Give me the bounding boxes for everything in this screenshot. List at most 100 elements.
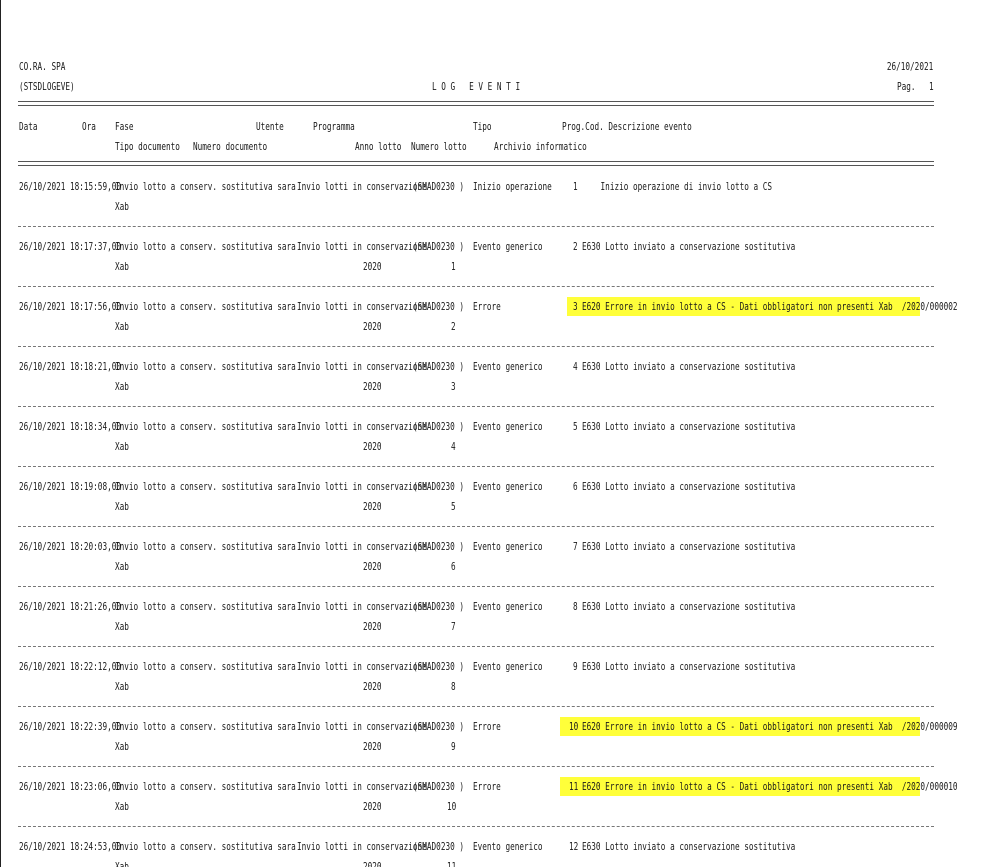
- event-numero-lotto: 8: [451, 680, 456, 693]
- row-separator: [18, 826, 934, 827]
- event-programma: Invio lotti in conservazione: [297, 240, 427, 253]
- header-utente: Utente: [256, 120, 284, 133]
- event-programma: Invio lotti in conservazione: [297, 360, 427, 373]
- event-prog: 7: [573, 540, 578, 553]
- event-program-code: (SMAD0230 ): [413, 720, 465, 733]
- event-description: E620 Errore in invio lotto a CS - Dati o…: [582, 720, 958, 733]
- row-separator: [18, 766, 934, 767]
- event-tipo-documento: Xab: [115, 860, 129, 867]
- event-tipo-documento: Xab: [115, 440, 129, 453]
- event-description: E620 Errore in invio lotto a CS - Dati o…: [582, 780, 958, 793]
- header-anno-lotto: Anno lotto: [355, 140, 402, 153]
- event-datetime: 26/10/2021 18:18:34,00: [19, 420, 121, 433]
- header-programma: Programma: [313, 120, 355, 133]
- event-program-code: (SMAD0230 ): [413, 180, 465, 193]
- header-tipo: Tipo: [473, 120, 492, 133]
- event-program-code: (SMAD0230 ): [413, 420, 465, 433]
- event-description: E630 Lotto inviato a conservazione sosti…: [582, 540, 796, 553]
- event-tipo: Errore: [473, 300, 501, 313]
- event-datetime: 26/10/2021 18:18:21,00: [19, 360, 121, 373]
- row-separator: [18, 286, 934, 287]
- event-tipo-documento: Xab: [115, 680, 129, 693]
- row-separator: [18, 586, 934, 587]
- event-prog: 5: [573, 420, 578, 433]
- event-anno-lotto: 2020: [363, 560, 382, 573]
- event-program-code: (SMAD0230 ): [413, 240, 465, 253]
- header-archivio: Archivio informatico: [494, 140, 587, 153]
- event-program-code: (SMAD0230 ): [413, 780, 465, 793]
- event-numero-lotto: 11: [446, 860, 456, 867]
- event-numero-lotto: 10: [446, 800, 456, 813]
- event-programma: Invio lotti in conservazione: [297, 540, 427, 553]
- event-tipo: Errore: [473, 720, 501, 733]
- page-edge: [0, 0, 1, 867]
- event-datetime: 26/10/2021 18:17:37,00: [19, 240, 121, 253]
- event-numero-lotto: 3: [451, 380, 456, 393]
- company-name: CO.RA. SPA: [19, 60, 66, 73]
- event-tipo-documento: Xab: [115, 380, 129, 393]
- event-programma: Invio lotti in conservazione: [297, 480, 427, 493]
- event-prog: 2: [573, 240, 578, 253]
- row-separator: [18, 406, 934, 407]
- event-prog: 6: [573, 480, 578, 493]
- event-fase: Invio lotto a conserv. sostitutiva sara: [115, 360, 296, 373]
- event-datetime: 26/10/2021 18:22:12,00: [19, 660, 121, 673]
- header-numero-lotto: Numero lotto: [411, 140, 467, 153]
- event-tipo: Evento generico: [473, 660, 543, 673]
- event-numero-lotto: 1: [451, 260, 456, 273]
- event-anno-lotto: 2020: [363, 620, 382, 633]
- page-label: Pag.: [897, 80, 916, 93]
- event-prog: 9: [573, 660, 578, 673]
- event-tipo: Evento generico: [473, 600, 543, 613]
- event-numero-lotto: 6: [451, 560, 456, 573]
- row-separator: [18, 526, 934, 527]
- header-data: Data: [19, 120, 38, 133]
- header-numero-documento: Numero documento: [193, 140, 268, 153]
- event-program-code: (SMAD0230 ): [413, 840, 465, 853]
- report-date: 26/10/2021: [886, 60, 933, 73]
- event-anno-lotto: 2020: [363, 500, 382, 513]
- event-datetime: 26/10/2021 18:21:26,00: [19, 600, 121, 613]
- double-rule-header: [18, 161, 934, 166]
- event-prog: 1: [573, 180, 578, 193]
- event-tipo: Evento generico: [473, 420, 543, 433]
- event-program-code: (SMAD0230 ): [413, 540, 465, 553]
- event-anno-lotto: 2020: [363, 800, 382, 813]
- event-tipo-documento: Xab: [115, 500, 129, 513]
- event-numero-lotto: 4: [451, 440, 456, 453]
- event-programma: Invio lotti in conservazione: [297, 720, 427, 733]
- event-datetime: 26/10/2021 18:15:59,00: [19, 180, 121, 193]
- event-fase: Invio lotto a conserv. sostitutiva sara: [115, 660, 296, 673]
- event-description: E630 Lotto inviato a conservazione sosti…: [582, 240, 796, 253]
- event-tipo-documento: Xab: [115, 740, 129, 753]
- event-anno-lotto: 2020: [363, 320, 382, 333]
- event-tipo: Evento generico: [473, 240, 543, 253]
- event-prog: 4: [573, 360, 578, 373]
- event-program-code: (SMAD0230 ): [413, 600, 465, 613]
- header-tipo-documento: Tipo documento: [115, 140, 180, 153]
- event-description: E630 Lotto inviato a conservazione sosti…: [582, 360, 796, 373]
- event-datetime: 26/10/2021 18:19:08,00: [19, 480, 121, 493]
- event-programma: Invio lotti in conservazione: [297, 420, 427, 433]
- event-description: E630 Lotto inviato a conservazione sosti…: [582, 660, 796, 673]
- event-numero-lotto: 9: [451, 740, 456, 753]
- header-fase: Fase: [115, 120, 134, 133]
- event-programma: Invio lotti in conservazione: [297, 600, 427, 613]
- event-tipo-documento: Xab: [115, 560, 129, 573]
- event-programma: Invio lotti in conservazione: [297, 660, 427, 673]
- event-fase: Invio lotto a conserv. sostitutiva sara: [115, 780, 296, 793]
- event-tipo: Inizio operazione: [473, 180, 552, 193]
- event-fase: Invio lotto a conserv. sostitutiva sara: [115, 840, 296, 853]
- event-prog: 8: [573, 600, 578, 613]
- event-anno-lotto: 2020: [363, 440, 382, 453]
- program-code: (STSDLOGEVE): [19, 80, 75, 93]
- event-tipo-documento: Xab: [115, 200, 129, 213]
- row-separator: [18, 706, 934, 707]
- event-description: E630 Lotto inviato a conservazione sosti…: [582, 480, 796, 493]
- event-programma: Invio lotti in conservazione: [297, 780, 427, 793]
- event-numero-lotto: 5: [451, 500, 456, 513]
- header-prog-cod-desc: Prog.Cod. Descrizione evento: [562, 120, 692, 133]
- event-program-code: (SMAD0230 ): [413, 480, 465, 493]
- event-datetime: 26/10/2021 18:20:03,00: [19, 540, 121, 553]
- event-tipo: Errore: [473, 780, 501, 793]
